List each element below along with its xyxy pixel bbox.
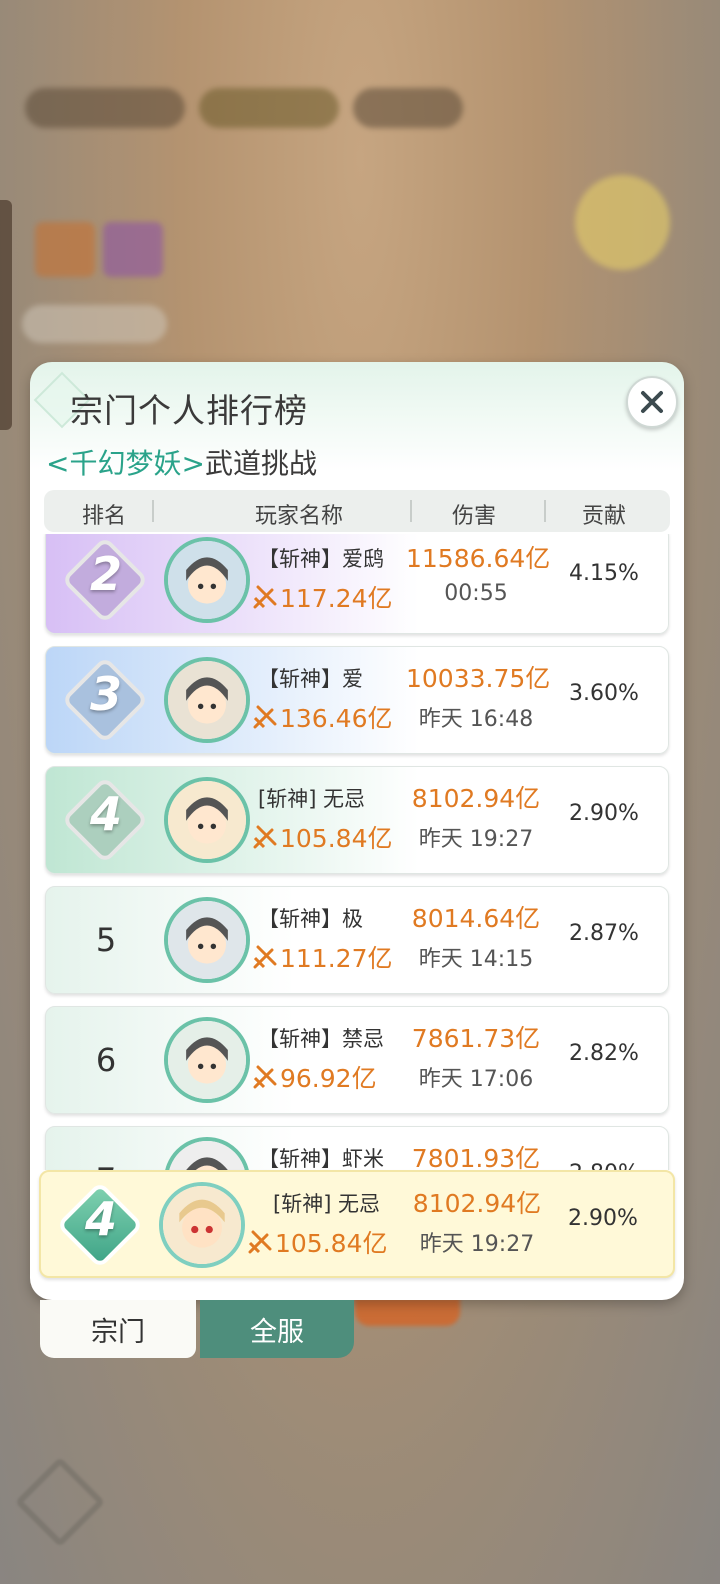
player-avatar	[164, 657, 250, 743]
sword-icon	[253, 945, 277, 969]
combat-power: 136.46亿	[252, 699, 392, 735]
sword-icon	[253, 705, 277, 729]
combat-power: 105.84亿	[247, 1224, 387, 1260]
blurred-item-tile	[35, 222, 95, 277]
subtitle: <千幻梦妖>武道挑战	[46, 442, 317, 482]
close-button[interactable]	[626, 376, 678, 428]
table-row[interactable]: 7 【斩神】虾米 7801.93亿 2.80%	[45, 1126, 669, 1170]
combat-power-value: 105.84亿	[275, 1229, 388, 1258]
table-row[interactable]: 2 【斩神】爱鸱 117.24亿 11586.64亿 00:55 4.15%	[45, 534, 669, 634]
col-divider	[152, 500, 154, 522]
record-time: 昨天 17:06	[418, 1067, 534, 1092]
rank-number: 4	[84, 1192, 117, 1246]
blurred-orange-strip	[355, 1298, 460, 1326]
col-damage: 伤害	[451, 504, 496, 529]
player-name: 【斩神】极	[258, 907, 363, 931]
close-icon	[641, 391, 663, 413]
player-name: 【斩神】爱鸱	[258, 547, 384, 571]
col-contribution: 贡献	[581, 504, 626, 529]
contribution-value: 3.60%	[569, 681, 639, 706]
sword-icon	[253, 1065, 277, 1089]
combat-power-value: 117.24亿	[280, 584, 393, 613]
challenge-mode: 武道挑战	[204, 447, 317, 480]
player-avatar	[164, 777, 250, 863]
damage-value: 8014.64亿	[411, 904, 541, 933]
contribution-value: 4.15%	[569, 561, 639, 586]
contribution-value: 2.82%	[569, 1041, 639, 1066]
player-name: 【斩神】爱	[258, 667, 363, 691]
rank-number: 7	[76, 1161, 136, 1170]
player-avatar	[164, 1017, 250, 1103]
damage-value: 11586.64亿	[406, 544, 551, 573]
contribution-value: 2.87%	[569, 921, 639, 946]
table-row[interactable]: 4 [斩神] 无忌 105.84亿 8102.94亿昨天 19:27 2.90%	[45, 766, 669, 874]
column-header: 排名 玩家名称 伤害 贡献	[44, 490, 670, 532]
my-rank-row[interactable]: 4 [斩神] 无忌 105.84亿 8102.94亿 昨天 19:27 2.90…	[39, 1170, 675, 1278]
rank-number: 2	[89, 547, 122, 601]
boss-name: <千幻梦妖>	[46, 447, 205, 480]
combat-power-value: 96.92亿	[280, 1064, 377, 1093]
contribution-value: 2.80%	[554, 1161, 654, 1170]
damage-value: 8102.94亿	[412, 1189, 542, 1218]
player-avatar	[159, 1182, 245, 1268]
blurred-event-icon	[575, 175, 670, 270]
combat-power: 96.92亿	[252, 1059, 377, 1095]
panel-title: 宗门个人排行榜	[70, 391, 308, 430]
damage-value: 7801.93亿	[411, 1144, 541, 1170]
contribution-value: 2.90%	[568, 1206, 638, 1231]
combat-power-value: 136.46亿	[280, 704, 393, 733]
col-rank: 排名	[81, 504, 126, 529]
contribution-value: 2.90%	[569, 801, 639, 826]
combat-power-value: 105.84亿	[280, 824, 393, 853]
record-time: 00:55	[444, 581, 508, 606]
player-name: [斩神] 无忌	[258, 787, 366, 811]
sword-icon	[253, 825, 277, 849]
rank-number: 4	[89, 787, 122, 841]
damage-value: 8102.94亿	[411, 784, 541, 813]
col-divider	[410, 500, 412, 522]
blurred-resource-bar	[25, 88, 505, 132]
col-player: 玩家名称	[254, 504, 343, 529]
record-time: 昨天 19:27	[419, 1232, 535, 1257]
blurred-button	[22, 305, 167, 343]
player-avatar	[164, 537, 250, 623]
player-name: 【斩神】禁忌	[258, 1027, 384, 1051]
blurred-item-tile	[103, 222, 163, 277]
rank-panel: 宗门个人排行榜 <千幻梦妖>武道挑战 排名 玩家名称 伤害 贡献 2 【斩神】爱鸱…	[30, 362, 684, 1300]
tab-all-server[interactable]: 全服	[200, 1300, 354, 1358]
player-name: [斩神] 无忌	[273, 1192, 381, 1216]
col-divider	[544, 500, 546, 522]
record-time: 昨天 16:48	[418, 707, 534, 732]
rank-number: 5	[95, 921, 117, 959]
player-avatar	[164, 897, 250, 983]
side-drawer-handle	[0, 200, 12, 430]
table-row[interactable]: 6 【斩神】禁忌 96.92亿 7861.73亿昨天 17:06 2.82%	[45, 1006, 669, 1114]
rank-number: 3	[89, 667, 122, 721]
combat-power: 111.27亿	[252, 939, 392, 975]
combat-power: 105.84亿	[252, 819, 392, 855]
combat-power: 117.24亿	[252, 579, 392, 615]
tab-sect[interactable]: 宗门	[40, 1300, 196, 1358]
player-avatar	[164, 1137, 250, 1170]
rank-number: 6	[95, 1041, 117, 1079]
rank-list[interactable]: 2 【斩神】爱鸱 117.24亿 11586.64亿 00:55 4.15% 3 【斩神】爱 1…	[30, 534, 684, 1170]
record-time: 昨天 19:27	[418, 827, 534, 852]
record-time: 昨天 14:15	[418, 947, 534, 972]
combat-power-value: 111.27亿	[280, 944, 393, 973]
sword-icon	[253, 585, 277, 609]
player-name: 【斩神】虾米	[258, 1147, 384, 1170]
damage-value: 10033.75亿	[406, 664, 551, 693]
table-row[interactable]: 5 【斩神】极 111.27亿 8014.64亿昨天 14:15 2.87%	[45, 886, 669, 994]
damage-value: 7861.73亿	[411, 1024, 541, 1053]
sword-icon	[248, 1230, 272, 1254]
table-row[interactable]: 3 【斩神】爱 136.46亿 10033.75亿昨天 16:48 3.60%	[45, 646, 669, 754]
scope-tabs: 宗门 全服	[40, 1300, 360, 1360]
